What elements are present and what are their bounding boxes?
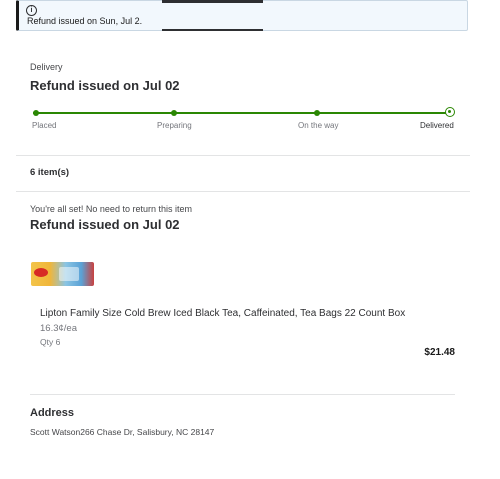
alert-top-bar <box>162 0 263 3</box>
refund-title: Refund issued on Jul 02 <box>30 217 180 232</box>
divider <box>16 155 470 156</box>
delivery-label: Delivery <box>30 62 63 72</box>
product-name[interactable]: Lipton Family Size Cold Brew Iced Black … <box>40 308 405 319</box>
info-icon: i <box>26 5 37 16</box>
order-status-title: Refund issued on Jul 02 <box>30 78 180 93</box>
product-unit-price: 16.3¢/ea <box>40 323 77 334</box>
product-thumbnail[interactable] <box>31 262 94 286</box>
items-count: 6 item(s) <box>30 167 70 178</box>
product-price: $21.48 <box>424 347 455 358</box>
step-label-on-the-way: On the way <box>298 121 339 130</box>
return-note: You're all set! No need to return this i… <box>30 204 192 214</box>
step-label-preparing: Preparing <box>157 121 192 130</box>
product-quantity: Qty 6 <box>40 337 61 347</box>
divider <box>16 191 470 192</box>
alert-text: Refund issued on Sun, Jul 2. <box>27 16 143 26</box>
address-title: Address <box>30 407 75 419</box>
step-dot-preparing <box>171 110 177 116</box>
step-label-delivered: Delivered <box>420 121 454 130</box>
step-dot-on-the-way <box>314 110 320 116</box>
lipton-logo <box>34 268 48 277</box>
step-dot-delivered <box>445 107 455 117</box>
product-box-image <box>59 267 79 281</box>
step-label-placed: Placed <box>32 121 57 130</box>
step-dot-placed <box>33 110 39 116</box>
address-text: Scott Watson266 Chase Dr, Salisbury, NC … <box>30 427 215 437</box>
progress-track <box>33 112 451 114</box>
refund-alert: i Refund issued on Sun, Jul 2. <box>16 0 468 31</box>
alert-bottom-bar <box>162 29 263 31</box>
divider <box>30 394 455 395</box>
